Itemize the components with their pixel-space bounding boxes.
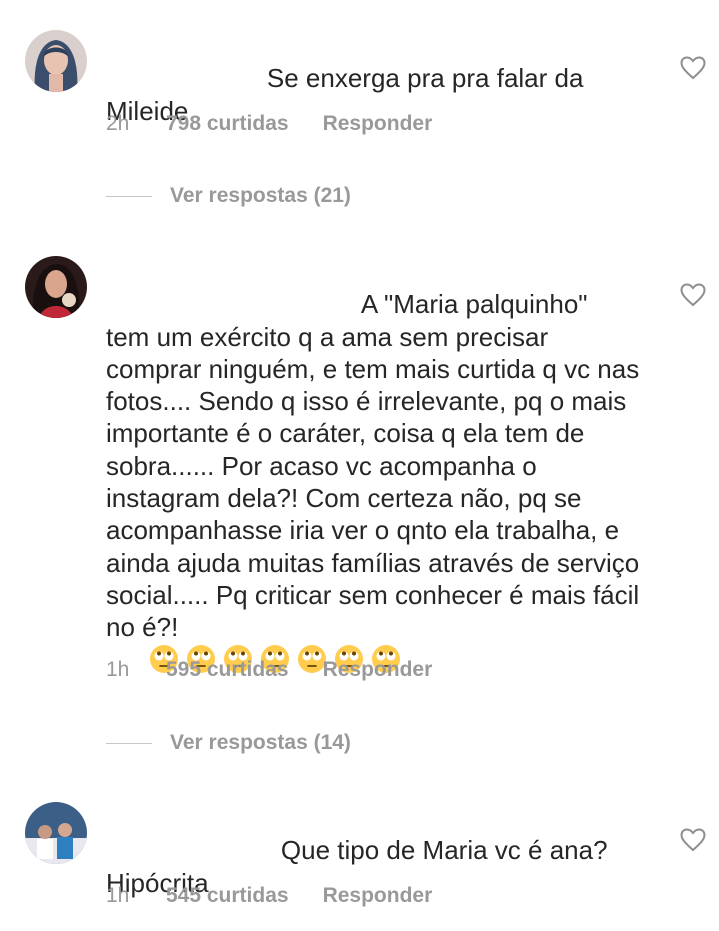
comment-text: Se enxerga pra pra falar da Mileide <box>106 63 584 126</box>
likes-count[interactable]: 595 curtidas <box>166 658 289 682</box>
view-replies-button[interactable]: Ver respostas (14) <box>106 731 351 755</box>
avatar[interactable] <box>25 30 87 92</box>
comment-meta: 1h 545 curtidas Responder <box>106 884 432 908</box>
divider <box>106 195 152 197</box>
avatar[interactable] <box>25 256 87 318</box>
divider <box>106 742 152 744</box>
reply-button[interactable]: Responder <box>323 884 433 908</box>
comment-time: 1h <box>106 658 130 681</box>
like-button[interactable] <box>680 56 706 80</box>
like-button[interactable] <box>680 283 706 307</box>
likes-count[interactable]: 545 curtidas <box>166 884 289 908</box>
view-replies-label: Ver respostas (21) <box>170 184 351 207</box>
view-replies-button[interactable]: Ver respostas (21) <box>106 184 351 208</box>
comment-meta: 2h 798 curtidas Responder <box>106 112 432 136</box>
comment-text: Que tipo de Maria vc é ana? Hipócrita <box>106 835 608 898</box>
comment-meta: 1h 595 curtidas Responder <box>106 658 432 682</box>
heart-outline-icon <box>680 56 706 80</box>
avatar[interactable] <box>25 802 87 864</box>
view-replies-label: Ver respostas (14) <box>170 731 351 754</box>
reply-button[interactable]: Responder <box>323 112 433 136</box>
likes-count[interactable]: 798 curtidas <box>166 112 289 136</box>
comment-time: 1h <box>106 884 130 907</box>
heart-outline-icon <box>680 283 706 307</box>
comment-time: 2h <box>106 112 130 135</box>
heart-outline-icon <box>680 828 706 852</box>
reply-button[interactable]: Responder <box>323 658 433 682</box>
like-button[interactable] <box>680 828 706 852</box>
